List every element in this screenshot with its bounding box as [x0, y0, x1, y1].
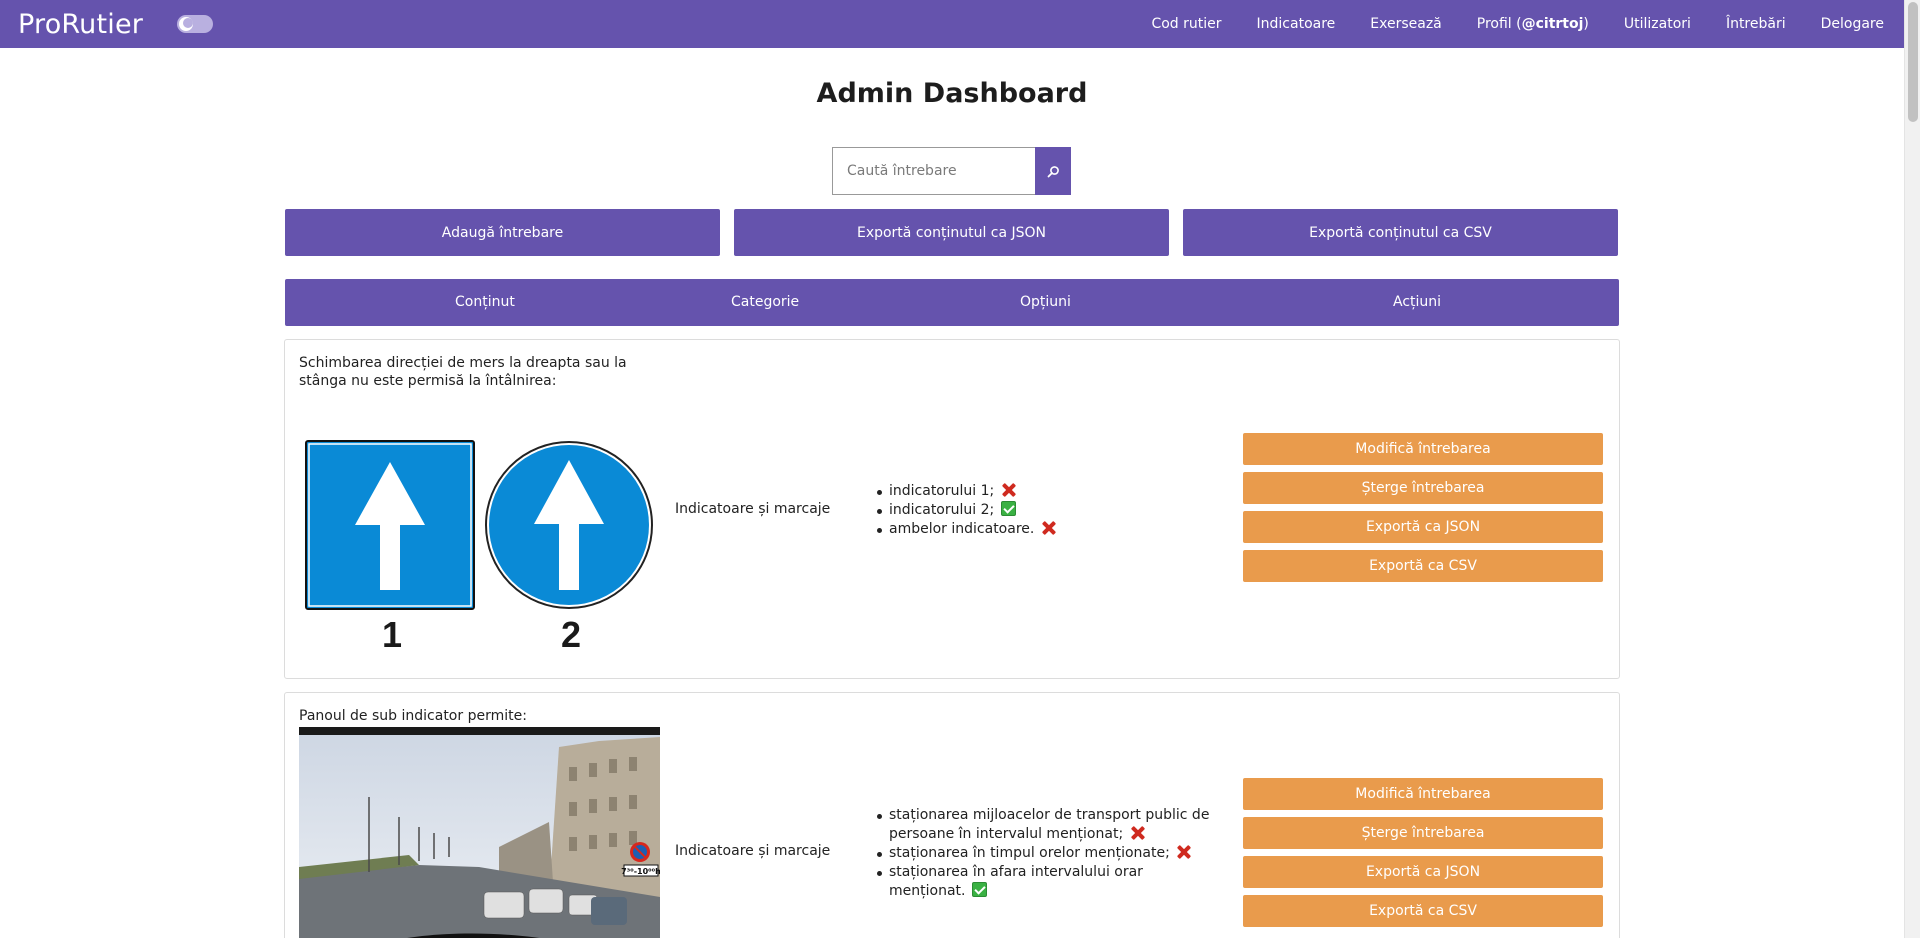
- question-text: Panoul de sub indicator permite:: [299, 708, 527, 724]
- sign-label-1: 1: [382, 614, 403, 655]
- answer-text: staționarea în timpul orelor menționate;: [889, 845, 1170, 861]
- edit-question-button[interactable]: Modifică întrebarea: [1243, 433, 1603, 465]
- nav-intrebari[interactable]: Întrebări: [1726, 16, 1786, 32]
- export-json-button[interactable]: Exportă conținutul ca JSON: [734, 209, 1169, 256]
- nav-utilizatori[interactable]: Utilizatori: [1624, 16, 1691, 32]
- answer-text: indicatorului 1;: [889, 483, 995, 499]
- nav-profil-prefix: Profil (: [1476, 16, 1522, 32]
- header-content: Conținut: [455, 294, 515, 310]
- search-button[interactable]: [1035, 147, 1071, 195]
- nav-profil-suffix: ): [1583, 16, 1589, 32]
- search-icon: [1047, 165, 1059, 177]
- answer-text: ambelor indicatoare.: [889, 521, 1035, 537]
- answer-option: ambelor indicatoare.: [875, 520, 1220, 539]
- edit-question-button[interactable]: Modifică întrebarea: [1243, 778, 1603, 810]
- question-row: Schimbarea direcției de mers la dreapta …: [284, 339, 1620, 679]
- answer-text: staționarea mijloacelor de transport pub…: [889, 807, 1210, 842]
- answer-options: staționarea mijloacelor de transport pub…: [875, 806, 1220, 901]
- correct-answer-icon: [971, 882, 987, 897]
- brand-logo[interactable]: ProRutier: [18, 9, 143, 40]
- export-question-json-button[interactable]: Exportă ca JSON: [1243, 856, 1603, 888]
- wrong-answer-icon: [1041, 520, 1056, 535]
- search-bar: [832, 147, 1071, 195]
- question-category: Indicatoare și marcaje: [675, 501, 831, 517]
- moon-icon: [179, 17, 194, 31]
- header-options: Opțiuni: [1020, 294, 1071, 310]
- wrong-answer-icon: [1001, 482, 1016, 497]
- page-title: Admin Dashboard: [816, 78, 1088, 109]
- nav-delogare[interactable]: Delogare: [1821, 16, 1884, 32]
- nav-links: Cod rutier Indicatoare Exersează Profil …: [1116, 0, 1884, 48]
- correct-answer-icon: [1000, 501, 1016, 516]
- answer-option: staționarea mijloacelor de transport pub…: [875, 806, 1220, 844]
- answer-option: staționarea în afara intervalului orar m…: [875, 863, 1220, 901]
- one-way-square-sign-image: [305, 440, 475, 610]
- export-csv-button[interactable]: Exportă conținutul ca CSV: [1183, 209, 1618, 256]
- question-actions: Modifică întrebarea Șterge întrebarea Ex…: [1243, 433, 1603, 589]
- nav-profil-username: @citrtoj: [1521, 16, 1584, 32]
- nav-cod-rutier[interactable]: Cod rutier: [1151, 16, 1221, 32]
- wrong-answer-icon: [1130, 825, 1145, 840]
- answer-text: staționarea în afara intervalului orar m…: [889, 864, 1143, 899]
- answer-text: indicatorului 2;: [889, 502, 995, 518]
- question-actions: Modifică întrebarea Șterge întrebarea Ex…: [1243, 778, 1603, 934]
- nav-indicatoare[interactable]: Indicatoare: [1257, 16, 1336, 32]
- page-scrollbar[interactable]: [1904, 0, 1920, 938]
- table-header: Conținut Categorie Opțiuni Acțiuni: [285, 279, 1619, 326]
- theme-toggle[interactable]: [177, 15, 214, 33]
- export-question-csv-button[interactable]: Exportă ca CSV: [1243, 550, 1603, 582]
- header-category: Categorie: [731, 294, 800, 310]
- scrollbar-thumb[interactable]: [1908, 2, 1918, 122]
- answer-option: staționarea în timpul orelor menționate;: [875, 844, 1220, 863]
- delete-question-button[interactable]: Șterge întrebarea: [1243, 817, 1603, 849]
- answer-option: indicatorului 2;: [875, 501, 1220, 520]
- answer-options: indicatorului 1; indicatorului 2; ambelo…: [875, 482, 1220, 539]
- nav-exerseaza[interactable]: Exersează: [1370, 16, 1441, 32]
- answer-option: indicatorului 1;: [875, 482, 1220, 501]
- wrong-answer-icon: [1176, 844, 1191, 859]
- top-navbar: ProRutier Cod rutier Indicatoare Exersea…: [0, 0, 1904, 48]
- question-text: Schimbarea direcției de mers la dreapta …: [299, 355, 627, 389]
- add-question-button[interactable]: Adaugă întrebare: [285, 209, 720, 256]
- export-question-csv-button[interactable]: Exportă ca CSV: [1243, 895, 1603, 927]
- header-actions: Acțiuni: [1393, 294, 1442, 310]
- question-row: Panoul de sub indicator permite: 7³⁰-10⁰…: [284, 692, 1620, 938]
- question-category: Indicatoare și marcaje: [675, 843, 831, 859]
- export-question-json-button[interactable]: Exportă ca JSON: [1243, 511, 1603, 543]
- street-photo-image: 7³⁰-10⁰⁰h: [299, 727, 660, 938]
- search-input[interactable]: [832, 147, 1035, 195]
- delete-question-button[interactable]: Șterge întrebarea: [1243, 472, 1603, 504]
- sign-label-2: 2: [561, 614, 582, 655]
- mandatory-straight-sign-image: [485, 441, 653, 609]
- nav-profil[interactable]: Profil (@citrtoj): [1477, 16, 1589, 32]
- sign-panel-text: 7³⁰-10⁰⁰h: [621, 867, 660, 876]
